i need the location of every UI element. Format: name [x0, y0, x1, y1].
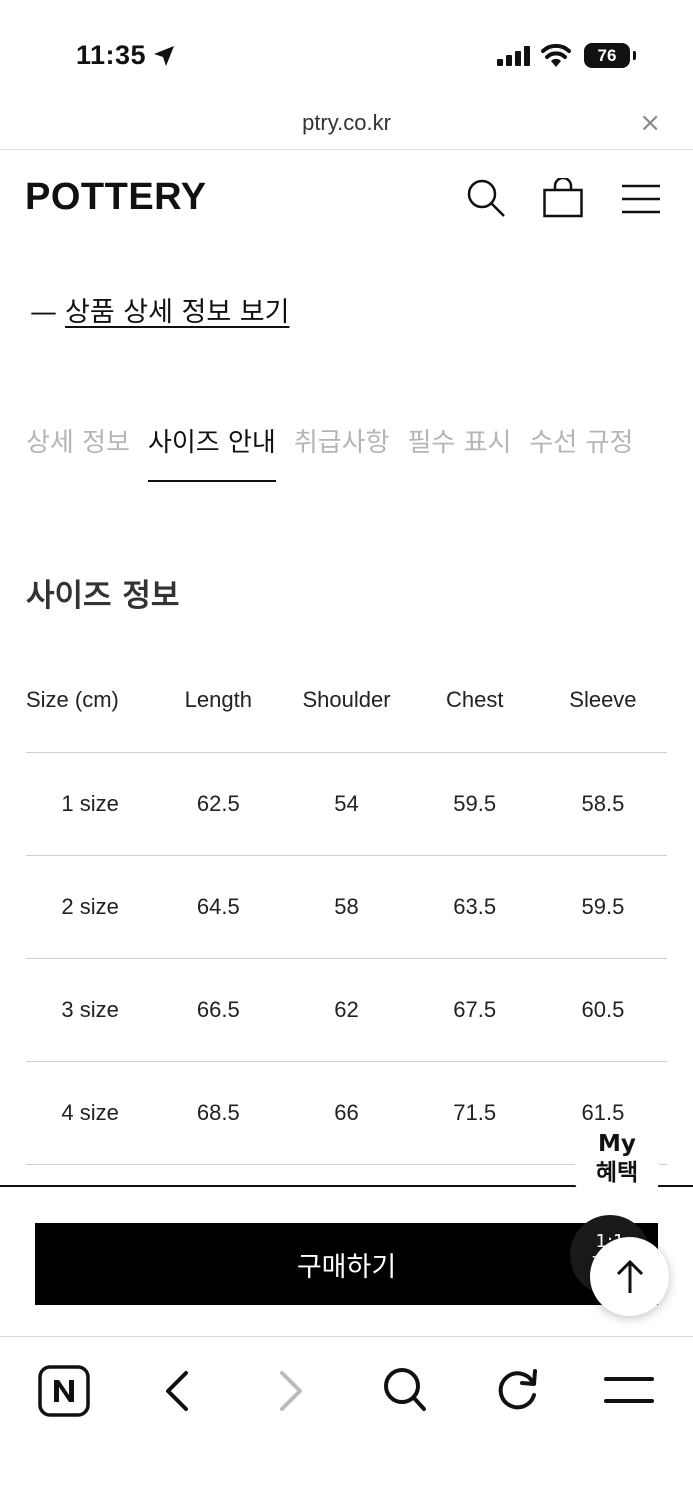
tab-detail-info[interactable]: 상세 정보 [26, 420, 130, 482]
browser-toolbar [0, 1336, 693, 1500]
browser-url-bar[interactable]: ptry.co.kr × [0, 100, 693, 150]
table-header-cell: Chest [445, 687, 504, 712]
site-header: POTTERY [0, 150, 693, 250]
table-cell: 66.5 [196, 997, 240, 1022]
buy-button[interactable]: 구매하기 [35, 1223, 658, 1305]
close-icon[interactable]: × [639, 108, 661, 138]
table-cell: 4 size [61, 1100, 119, 1125]
product-detail-link-label[interactable]: 상품 상세 정보 보기 [65, 297, 289, 328]
table-cell: 3 size [61, 997, 119, 1022]
status-time: 11:35 [76, 40, 147, 70]
arrow-up-icon [616, 1259, 643, 1293]
table-cell: 54 [334, 791, 359, 816]
tab-required-labels[interactable]: 필수 표시 [408, 420, 512, 482]
table-header-cell: Size (cm) [26, 687, 119, 712]
battery-indicator: 76 [584, 43, 636, 68]
link-dash: — [30, 297, 57, 328]
site-logo[interactable]: POTTERY [25, 176, 207, 219]
table-cell: 68.5 [196, 1100, 240, 1125]
chevron-left-icon[interactable] [160, 1369, 194, 1413]
tab-size-guide[interactable]: 사이즈 안내 [147, 420, 276, 482]
table-cell: 67.5 [453, 997, 497, 1022]
table-cell: 62 [334, 997, 359, 1022]
table-cell: 64.5 [196, 894, 240, 919]
table-cell: 63.5 [453, 894, 497, 919]
table-cell: 58 [334, 894, 359, 919]
table-row: 2 size 64.5 58 63.5 59.5 [26, 856, 667, 959]
chevron-right-icon[interactable] [274, 1369, 308, 1413]
naver-n-icon[interactable] [38, 1365, 90, 1417]
table-cell: 66 [334, 1100, 359, 1125]
wifi-icon [541, 43, 571, 67]
search-icon[interactable] [466, 178, 506, 218]
size-table: Size (cm) Length Shoulder Chest Sleeve 1… [26, 648, 667, 1165]
menu-icon[interactable] [604, 1375, 654, 1405]
tab-repair-policy[interactable]: 수선 규정 [529, 420, 633, 482]
table-cell: 1 size [61, 791, 119, 816]
hamburger-menu-icon[interactable] [622, 184, 660, 214]
my-benefits-label-2: 혜택 [595, 1160, 639, 1186]
table-header-cell: Length [184, 687, 252, 712]
my-benefits-label: My [598, 1131, 636, 1157]
info-tabs: 상세 정보 사이즈 안내 취급사항 필수 표시 수선 규정 [26, 420, 693, 482]
table-cell: 71.5 [453, 1100, 497, 1125]
search-icon[interactable] [382, 1365, 428, 1413]
product-detail-link[interactable]: — 상품 상세 정보 보기 [30, 290, 289, 329]
table-header-row: Size (cm) Length Shoulder Chest Sleeve [26, 648, 667, 753]
shopping-bag-icon[interactable] [543, 178, 583, 218]
table-row: 1 size 62.5 54 59.5 58.5 [26, 753, 667, 856]
table-cell: 59.5 [453, 791, 497, 816]
table-header-cell: Shoulder [302, 687, 391, 712]
table-cell: 58.5 [581, 791, 625, 816]
battery-level: 76 [597, 45, 617, 65]
table-row: 3 size 66.5 62 67.5 60.5 [26, 959, 667, 1062]
tab-care[interactable]: 취급사항 [294, 420, 390, 482]
status-bar: 11:35 76 [0, 0, 693, 100]
table-cell: 60.5 [581, 997, 625, 1022]
cellular-signal-icon [497, 46, 530, 66]
table-cell: 61.5 [581, 1100, 625, 1125]
table-cell: 62.5 [196, 791, 240, 816]
my-benefits-button[interactable]: My 혜택 [575, 1128, 659, 1192]
table-header-cell: Sleeve [569, 687, 637, 712]
section-title: 사이즈 정보 [26, 578, 180, 614]
location-arrow-icon [154, 46, 174, 66]
table-row: 4 size 68.5 66 71.5 61.5 [26, 1062, 667, 1165]
url-text[interactable]: ptry.co.kr [0, 110, 693, 136]
reload-icon[interactable] [495, 1365, 541, 1413]
table-cell: 59.5 [581, 894, 625, 919]
scroll-top-button[interactable] [590, 1237, 669, 1316]
table-cell: 2 size [61, 894, 119, 919]
